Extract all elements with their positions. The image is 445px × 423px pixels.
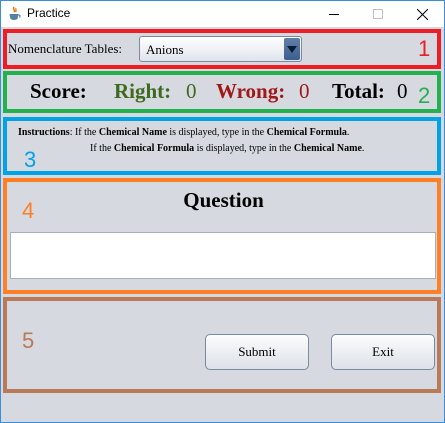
section-number-5: 5 bbox=[22, 328, 35, 353]
instructions-emphasis: Chemical Formula bbox=[266, 127, 347, 138]
right-label: Right: bbox=[114, 79, 172, 103]
total-label: Total: bbox=[332, 79, 385, 103]
minimize-button[interactable] bbox=[312, 1, 356, 27]
instructions-text: is displayed, type in the bbox=[166, 127, 267, 138]
question-heading: Question bbox=[183, 188, 264, 212]
wrong-label: Wrong: bbox=[216, 79, 286, 103]
right-count: 0 bbox=[186, 79, 197, 103]
total-count: 0 bbox=[397, 79, 408, 103]
section-number-1: 1 bbox=[418, 36, 431, 61]
submit-button[interactable]: Submit bbox=[205, 334, 309, 370]
instructions-line-2: If the Chemical Formula is displayed, ty… bbox=[90, 143, 364, 154]
close-button[interactable] bbox=[400, 1, 444, 27]
section-number-4: 4 bbox=[22, 198, 35, 223]
maximize-icon bbox=[373, 9, 383, 19]
instructions-text: is displayed, type in the bbox=[194, 143, 294, 154]
nomenclature-selected-value: Anions bbox=[146, 42, 184, 57]
nomenclature-tables-dropdown[interactable]: Anions bbox=[139, 36, 302, 62]
instructions-label: Instructions bbox=[18, 127, 70, 138]
minimize-icon bbox=[329, 14, 339, 15]
instructions-emphasis: Chemical Name bbox=[98, 127, 167, 138]
instructions-emphasis: Chemical Formula bbox=[113, 143, 195, 154]
section-number-3: 3 bbox=[24, 147, 37, 172]
maximize-button[interactable] bbox=[356, 1, 400, 27]
instructions-text: : If the bbox=[69, 127, 99, 138]
instructions-line-1: Instructions: If the Chemical Name is di… bbox=[18, 127, 349, 138]
wrong-count: 0 bbox=[299, 79, 310, 103]
window-title: Practice bbox=[27, 6, 71, 20]
exit-button[interactable]: Exit bbox=[331, 334, 435, 370]
practice-window: Practice Nomenclature Tables: Anions 1 S… bbox=[0, 0, 445, 423]
answer-input[interactable] bbox=[10, 232, 436, 279]
java-app-icon bbox=[7, 6, 21, 22]
instructions-emphasis: Chemical Name bbox=[293, 143, 362, 154]
title-bar: Practice bbox=[1, 1, 444, 27]
nomenclature-tables-label: Nomenclature Tables: bbox=[8, 41, 123, 56]
chevron-down-icon[interactable] bbox=[284, 38, 300, 60]
instructions-text: . bbox=[346, 127, 350, 138]
instructions-text: If the bbox=[90, 143, 114, 154]
section-number-2: 2 bbox=[418, 83, 431, 108]
instructions-text: . bbox=[361, 143, 365, 154]
score-label: Score: bbox=[30, 79, 87, 103]
close-icon bbox=[416, 8, 428, 20]
